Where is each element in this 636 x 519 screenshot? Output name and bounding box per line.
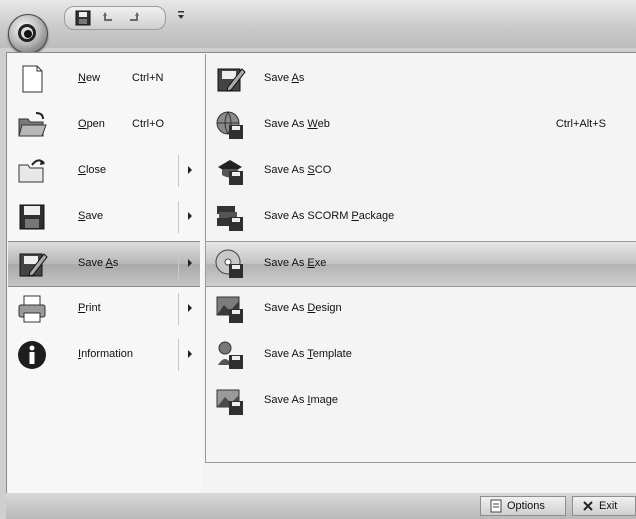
save-as-submenu-pane: Save As Save As Web Ctrl+Alt+S Save As SCO S…: [205, 54, 636, 463]
save-as-icon: [217, 68, 246, 92]
exit-button[interactable]: Exit: [572, 496, 636, 516]
application-menu-button[interactable]: [8, 14, 48, 54]
submenu-item-save-as-exe[interactable]: Save As Exe: [206, 241, 636, 287]
submenu-item-label: Save As Design: [264, 302, 342, 314]
menu-item-save[interactable]: Save: [8, 195, 200, 239]
menu-item-open[interactable]: Open Ctrl+O: [8, 103, 200, 147]
shortcut-label: Ctrl+Alt+S: [555, 118, 606, 130]
menu-item-label: New: [78, 72, 101, 84]
quick-access-toolbar: [64, 6, 166, 30]
submenu-item-save-as-design[interactable]: Save As Design: [206, 287, 636, 331]
menu-item-label: Save: [78, 210, 104, 222]
menu-item-close[interactable]: Close: [8, 149, 200, 193]
submenu-item-save-as-web[interactable]: Save As Web Ctrl+Alt+S: [206, 103, 636, 147]
submenu-item-save-as-sco[interactable]: Save As SCO: [206, 149, 636, 193]
options-button[interactable]: Options: [480, 496, 566, 516]
redo-icon[interactable]: [123, 8, 143, 28]
save-image-icon: [216, 389, 243, 415]
menu-commands-pane: New Ctrl+N Open Ctrl+O Close Save Save As Print…: [8, 54, 202, 494]
split-divider: [178, 293, 179, 325]
submenu-arrow-icon[interactable]: [188, 259, 192, 267]
close-folder-icon: [18, 159, 45, 183]
save-as-icon: [19, 253, 48, 277]
submenu-item-label: Save As Template: [264, 348, 352, 360]
submenu-arrow-icon[interactable]: [188, 166, 192, 174]
submenu-item-save-as[interactable]: Save As: [206, 57, 636, 101]
save-template-icon: [218, 341, 243, 369]
save-web-icon: [216, 111, 243, 139]
options-label: Options: [507, 500, 545, 512]
menu-item-label: Information: [78, 348, 134, 360]
menu-item-information[interactable]: Information: [8, 333, 200, 377]
printer-icon: [18, 295, 46, 323]
submenu-item-label: Save As Image: [264, 394, 339, 406]
application-menu: New Ctrl+N Open Ctrl+O Close Save Save As Print…: [6, 52, 636, 495]
save-sco-icon: [218, 160, 243, 185]
menu-item-save-as[interactable]: Save As: [8, 241, 200, 287]
submenu-arrow-icon[interactable]: [188, 350, 192, 358]
split-divider: [178, 201, 179, 233]
menu-item-label: Close: [78, 164, 107, 176]
submenu-item-save-as-scorm-package[interactable]: Save As SCORM Package: [206, 195, 636, 239]
split-divider: [178, 248, 179, 280]
menu-item-print[interactable]: Print: [8, 287, 200, 331]
options-icon: [490, 499, 502, 513]
information-icon: [18, 341, 46, 369]
new-document-icon: [22, 65, 43, 93]
menu-item-label: Print: [78, 302, 101, 314]
menu-item-label: Save As: [78, 257, 119, 269]
customize-dropdown-icon[interactable]: [176, 8, 186, 22]
submenu-item-save-as-template[interactable]: Save As Template: [206, 333, 636, 377]
save-design-icon: [216, 296, 243, 323]
submenu-item-label: Save As Web: [264, 118, 330, 130]
submenu-item-save-as-image[interactable]: Save As Image: [206, 379, 636, 423]
save-icon[interactable]: [73, 8, 93, 28]
shortcut-label: Ctrl+O: [132, 118, 165, 130]
shortcut-label: Ctrl+N: [132, 72, 164, 84]
menu-footer: Options Exit: [6, 493, 636, 519]
open-folder-icon: [18, 112, 47, 137]
submenu-arrow-icon[interactable]: [188, 212, 192, 220]
exit-label: Exit: [599, 500, 618, 512]
submenu-item-label: Save As: [264, 72, 305, 84]
submenu-item-label: Save As SCORM Package: [264, 210, 395, 222]
submenu-arrow-icon[interactable]: [188, 304, 192, 312]
split-divider: [178, 155, 179, 187]
save-floppy-icon: [19, 204, 45, 230]
save-exe-icon: [215, 249, 243, 278]
close-icon: [583, 501, 593, 511]
submenu-item-label: Save As Exe: [264, 257, 327, 269]
menu-item-new[interactable]: New Ctrl+N: [8, 57, 200, 101]
submenu-item-label: Save As SCO: [264, 164, 332, 176]
split-divider: [178, 339, 179, 371]
menu-item-label: Open: [78, 118, 105, 130]
undo-icon[interactable]: [99, 8, 119, 28]
save-scorm-package-icon: [217, 206, 243, 231]
quick-access-toolbar-strip: [0, 0, 636, 54]
